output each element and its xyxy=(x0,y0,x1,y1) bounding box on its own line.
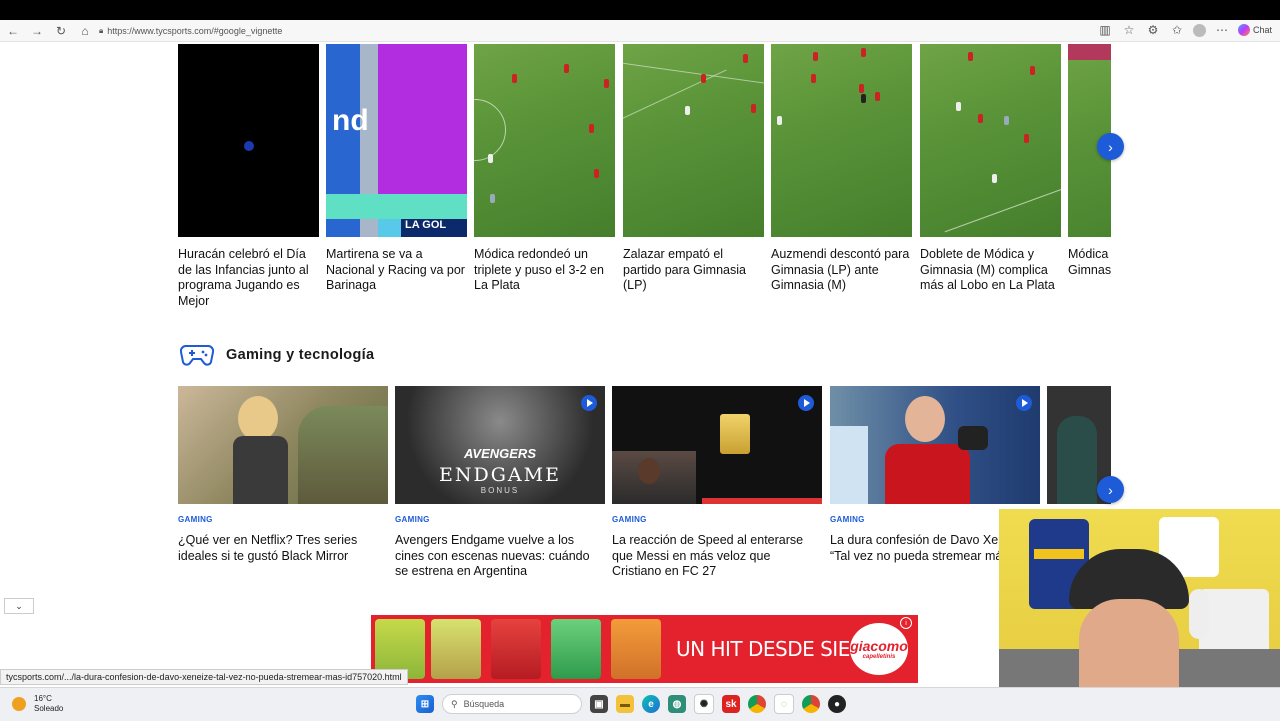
taskbar-search[interactable]: ⚲ Búsqueda xyxy=(442,694,582,714)
thumb-text: ENDGAME xyxy=(439,464,561,486)
video-title[interactable]: Módica Gimnas marcad Gimnas xyxy=(1068,247,1111,278)
chatgpt-icon[interactable]: ✺ xyxy=(694,694,714,714)
play-icon[interactable] xyxy=(581,395,597,411)
browser-toolbar: ← → ↻ ⌂ 🔒︎ https://www.tycsports.com/#go… xyxy=(0,20,1280,42)
video-title[interactable]: Martirena se va a Nacional y Racing va p… xyxy=(326,247,467,294)
app-icon[interactable]: ◍ xyxy=(668,695,686,713)
news-card[interactable]: AVENGERS ENDGAME BONUS GAMING Avengers E… xyxy=(395,386,605,580)
app-icon[interactable]: ● xyxy=(828,695,846,713)
video-thumbnail[interactable] xyxy=(771,44,912,237)
loading-dot xyxy=(244,141,254,151)
thumb-text: BONUS xyxy=(480,486,520,495)
forward-icon[interactable]: → xyxy=(29,23,45,39)
profile-avatar-icon[interactable] xyxy=(1192,23,1206,37)
category-label[interactable]: GAMING xyxy=(395,515,605,524)
video-card[interactable]: Zalazar empató el partido para Gimnasia … xyxy=(623,44,764,294)
section-header: Gaming y tecnología xyxy=(180,342,374,368)
copilot-icon xyxy=(1237,24,1250,36)
news-thumbnail[interactable]: AVENGERS ENDGAME BONUS xyxy=(395,386,605,504)
video-title[interactable]: Huracán celebró el Día de las Infancias … xyxy=(178,247,319,309)
video-thumbnail[interactable]: nd LA GOL xyxy=(326,44,467,237)
news-title[interactable]: La reacción de Speed al enterarse que Me… xyxy=(612,533,822,580)
category-label[interactable]: GAMING xyxy=(178,515,388,524)
video-thumbnail[interactable] xyxy=(178,44,319,237)
video-title[interactable]: Zalazar empató el partido para Gimnasia … xyxy=(623,247,764,294)
video-card[interactable]: nd LA GOL Martirena se va a Nacional y R… xyxy=(326,44,467,294)
gamepad-icon xyxy=(180,345,214,366)
ad-brand-sub: capelletinis xyxy=(862,654,896,660)
video-card[interactable]: Doblete de Módica y Gimnasia (M) complic… xyxy=(920,44,1061,294)
sun-icon xyxy=(12,697,26,711)
video-card[interactable]: Módica Gimnas marcad Gimnas xyxy=(1068,44,1111,278)
chevron-down-icon: ⌄ xyxy=(15,600,23,611)
ad-brand-logo: giacomo capelletinis xyxy=(850,623,908,675)
news-card[interactable]: GAMING La reacción de Speed al enterarse… xyxy=(612,386,822,580)
windows-start-icon[interactable]: ⊞ xyxy=(416,695,434,713)
gaming-carousel: GAMING ¿Qué ver en Netflix? Tres series … xyxy=(178,386,1111,586)
video-card[interactable]: Huracán celebró el Día de las Infancias … xyxy=(178,44,319,309)
video-thumbnail[interactable] xyxy=(474,44,615,237)
weather-widget[interactable]: 16°C Soleado xyxy=(12,694,63,714)
chrome-icon[interactable] xyxy=(802,695,820,713)
back-icon[interactable]: ← xyxy=(5,23,21,39)
ad-banner[interactable]: UN HIT DESDE SIEMPRE giacomo capelletini… xyxy=(371,615,918,683)
section-title[interactable]: Gaming y tecnología xyxy=(226,347,374,363)
video-card[interactable]: Auzmendi descontó para Gimnasia (LP) ant… xyxy=(771,44,912,294)
video-title[interactable]: Auzmendi descontó para Gimnasia (LP) ant… xyxy=(771,247,912,294)
search-icon: ⚲ xyxy=(451,698,458,709)
video-title[interactable]: Módica redondeó un triplete y puso el 3-… xyxy=(474,247,615,294)
extensions-icon[interactable]: ⚙ xyxy=(1145,22,1161,38)
home-icon[interactable]: ⌂ xyxy=(77,23,93,39)
news-card[interactable]: GAMING ¿Qué ver en Netflix? Tres series … xyxy=(178,386,388,564)
reload-icon[interactable]: ↻ xyxy=(53,23,69,39)
carousel-next-button[interactable]: › xyxy=(1097,476,1124,503)
status-bar-url: tycsports.com/.../la-dura-confesion-de-d… xyxy=(0,669,408,685)
top-black-strip xyxy=(0,0,1280,20)
news-thumbnail[interactable] xyxy=(830,386,1040,504)
news-title[interactable]: Avengers Endgame vuelve a los cines con … xyxy=(395,533,605,580)
video-thumbnail[interactable] xyxy=(623,44,764,237)
news-thumbnail[interactable] xyxy=(612,386,822,504)
favorite-star-icon[interactable]: ☆ xyxy=(1121,22,1137,38)
video-thumbnail[interactable] xyxy=(920,44,1061,237)
copilot-chat-button[interactable]: Chat xyxy=(1237,24,1272,36)
category-label[interactable]: GAMING xyxy=(612,515,822,524)
news-title[interactable]: ¿Qué ver en Netflix? Tres series ideales… xyxy=(178,533,388,564)
favorites-icon[interactable]: ✩ xyxy=(1169,22,1185,38)
address-text: https://www.tycsports.com/#google_vignet… xyxy=(107,25,283,36)
more-menu-icon[interactable]: ⋯ xyxy=(1214,22,1230,38)
address-bar[interactable]: 🔒︎ https://www.tycsports.com/#google_vig… xyxy=(99,26,282,36)
chat-label: Chat xyxy=(1252,25,1272,35)
temperature: 16°C xyxy=(34,694,52,703)
collapse-toggle[interactable]: ⌄ xyxy=(4,598,34,614)
news-thumbnail[interactable] xyxy=(178,386,388,504)
video-title[interactable]: Doblete de Módica y Gimnasia (M) complic… xyxy=(920,247,1061,294)
sk-app-icon[interactable]: sk xyxy=(722,695,740,713)
edge-icon[interactable]: e xyxy=(642,695,660,713)
taskbar: 16°C Soleado ⊞ ⚲ Búsqueda ▣ ▬ e ◍ ✺ sk ◌… xyxy=(0,687,1280,721)
weather-condition: Soleado xyxy=(34,704,64,713)
split-screen-icon[interactable]: ▥ xyxy=(1097,22,1113,38)
search-placeholder: Búsqueda xyxy=(463,699,505,709)
carousel-next-button[interactable]: › xyxy=(1097,133,1124,160)
app-icon[interactable]: ◌ xyxy=(774,694,794,714)
play-icon[interactable] xyxy=(798,395,814,411)
lock-icon: 🔒︎ xyxy=(99,25,104,35)
ad-info-icon[interactable]: i xyxy=(900,617,912,629)
overlay-text: LA GOL xyxy=(401,219,467,237)
play-icon[interactable] xyxy=(1016,395,1032,411)
video-card[interactable]: Módica redondeó un triplete y puso el 3-… xyxy=(474,44,615,294)
chrome-icon[interactable] xyxy=(748,695,766,713)
ad-brand: giacomo xyxy=(850,638,908,654)
video-carousel: Huracán celebró el Día de las Infancias … xyxy=(178,44,1111,314)
file-explorer-icon[interactable]: ▬ xyxy=(616,695,634,713)
chevron-right-icon: › xyxy=(1108,138,1113,155)
thumb-text: AVENGERS xyxy=(464,446,536,461)
task-view-icon[interactable]: ▣ xyxy=(590,695,608,713)
chevron-right-icon: › xyxy=(1108,481,1113,498)
